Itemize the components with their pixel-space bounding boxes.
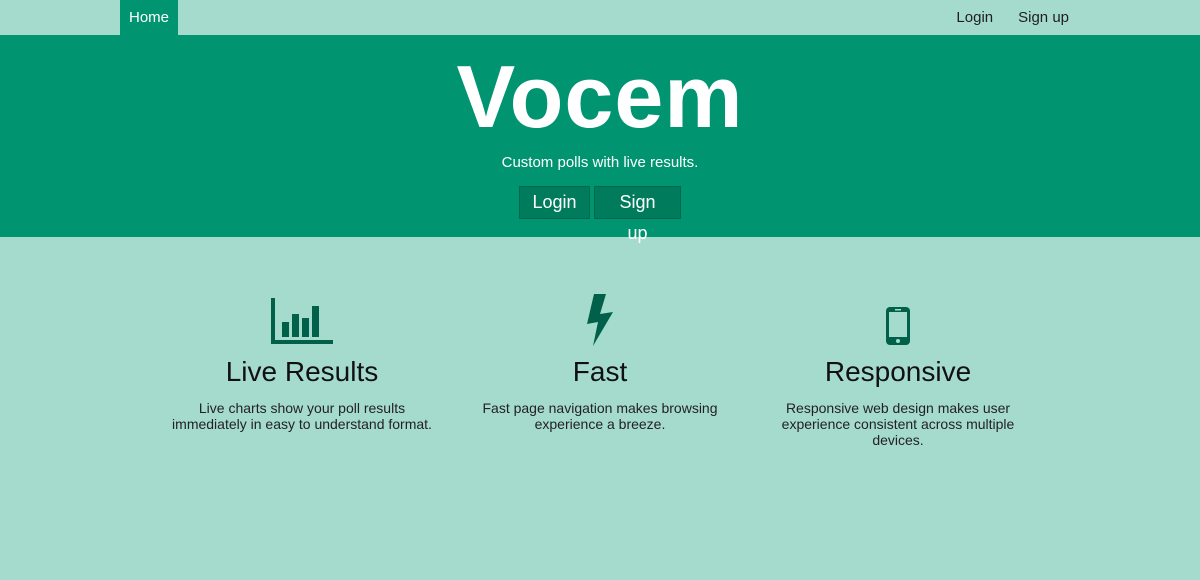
feature-fast: Fast Fast page navigation makes browsing… bbox=[470, 290, 730, 432]
hero-button-group: Login Sign up bbox=[0, 186, 1200, 243]
hero-signup-button[interactable]: Sign up bbox=[594, 186, 681, 243]
bar-chart-icon bbox=[172, 290, 432, 346]
navbar: Home Login Sign up bbox=[0, 0, 1200, 35]
brand-title: Vocem bbox=[456, 47, 744, 146]
hero-tagline: Custom polls with live results. bbox=[501, 154, 699, 171]
feature-live-results: Live Results Live charts show your poll … bbox=[172, 290, 432, 432]
nav-home-link[interactable]: Home bbox=[120, 0, 178, 35]
feature-title: Live Results bbox=[225, 356, 379, 387]
nav-right-links: Login Sign up bbox=[956, 0, 1069, 35]
mobile-phone-icon bbox=[768, 290, 1028, 346]
hero-login-button[interactable]: Login bbox=[519, 186, 590, 219]
feature-responsive: Responsive Responsive web design makes u… bbox=[768, 290, 1028, 448]
feature-description: Responsive web design makes user experie… bbox=[781, 400, 1015, 448]
feature-title: Responsive bbox=[824, 356, 972, 387]
feature-description: Live charts show your poll results immed… bbox=[172, 400, 432, 432]
feature-description: Fast page navigation makes browsing expe… bbox=[482, 400, 718, 432]
hero-banner: Vocem Custom polls with live results. Lo… bbox=[0, 35, 1200, 243]
feature-title: Fast bbox=[572, 356, 628, 387]
lightning-bolt-icon bbox=[470, 290, 730, 346]
nav-login-link[interactable]: Login bbox=[956, 0, 993, 35]
nav-signup-link[interactable]: Sign up bbox=[1018, 0, 1069, 35]
